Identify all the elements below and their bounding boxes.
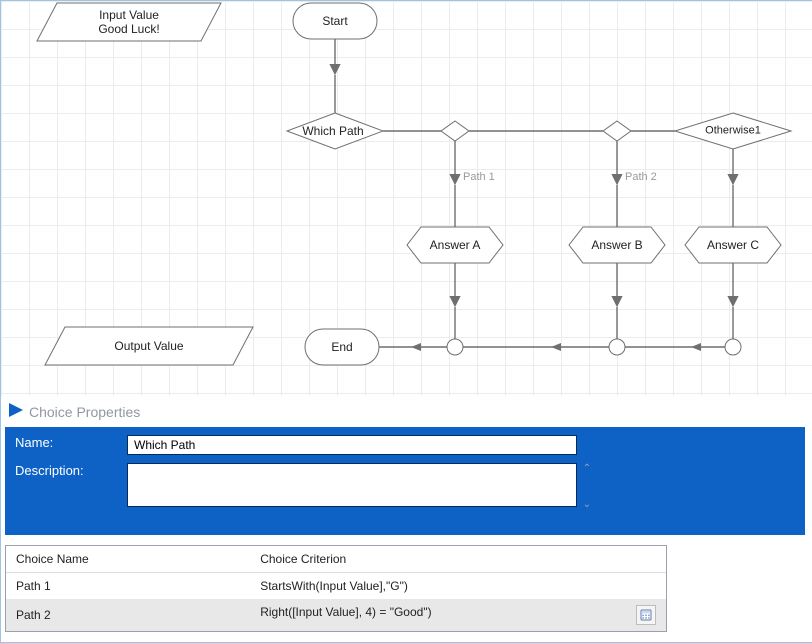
cell-choice-name: Path 1: [6, 573, 250, 600]
cell-choice-name: Path 2: [6, 599, 250, 631]
label-which-path: Which Path: [302, 124, 363, 138]
expression-editor-button[interactable]: [636, 605, 656, 625]
label-start: Start: [322, 14, 347, 28]
label-answer-a: Answer A: [430, 238, 481, 252]
calculator-icon: [640, 609, 652, 621]
table-row[interactable]: Path 2 Right([Input Value], 4) = "Good"): [6, 599, 666, 631]
label-otherwise: Otherwise1: [705, 124, 761, 137]
join-circle-1: [447, 339, 463, 355]
flowchart-svg: [1, 1, 812, 396]
label-input-value-l2: Good Luck!: [98, 22, 159, 36]
label-input-value-l1: Input Value: [99, 8, 159, 22]
edges: [335, 39, 733, 351]
flowchart-canvas[interactable]: Input Value Good Luck! Start Which Path …: [1, 1, 812, 396]
name-label: Name:: [15, 435, 127, 450]
app-stage: Input Value Good Luck! Start Which Path …: [0, 0, 812, 643]
join-circle-3: [725, 339, 741, 355]
label-answer-b: Answer B: [591, 238, 642, 252]
description-label: Description:: [15, 463, 127, 478]
triangle-icon: [9, 403, 23, 420]
label-end: End: [331, 340, 352, 354]
table-header-row: Choice Name Choice Criterion: [6, 546, 666, 573]
node-branch-diamond-2[interactable]: [603, 121, 631, 141]
edge-label-path1: Path 1: [463, 171, 495, 183]
node-branch-diamond-1[interactable]: [441, 121, 469, 141]
choice-table[interactable]: Choice Name Choice Criterion Path 1 Star…: [5, 545, 667, 632]
description-field[interactable]: [127, 463, 577, 507]
table-row[interactable]: Path 1 StartsWith(Input Value],"G"): [6, 573, 666, 600]
properties-panel-header: Choice Properties: [9, 403, 140, 420]
properties-panel: Name: Description: ⌃⌄: [5, 427, 805, 535]
cell-choice-criterion: Right([Input Value], 4) = "Good"): [250, 599, 666, 631]
name-field[interactable]: [127, 435, 577, 455]
join-circle-2: [609, 339, 625, 355]
cell-choice-criterion: StartsWith(Input Value],"G"): [250, 573, 666, 600]
properties-panel-title: Choice Properties: [29, 404, 140, 420]
col-choice-name: Choice Name: [6, 546, 250, 573]
label-output-value: Output Value: [114, 339, 183, 353]
edge-label-path2: Path 2: [625, 171, 657, 183]
label-answer-c: Answer C: [707, 238, 759, 252]
scroll-indicator: ⌃⌄: [579, 463, 595, 510]
col-choice-criterion: Choice Criterion: [250, 546, 666, 573]
